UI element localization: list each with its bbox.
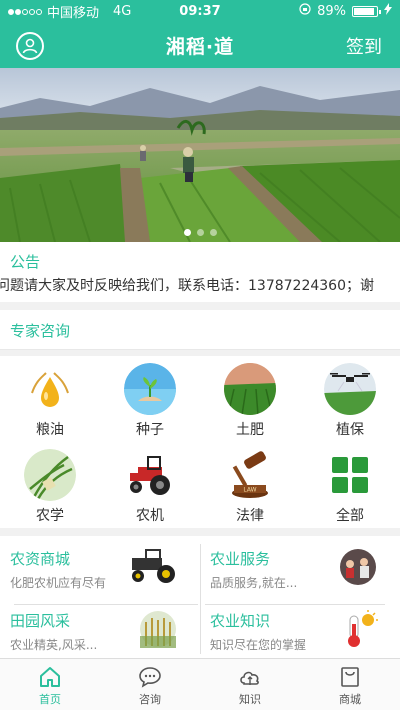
- category-label: 农机: [136, 508, 164, 524]
- category-machinery[interactable]: 农机: [100, 442, 200, 528]
- pager-dot[interactable]: [196, 229, 204, 236]
- user-icon: [22, 38, 38, 54]
- bottom-tab-bar: 首页 咨询 知识 商城: [0, 658, 400, 710]
- tab-knowledge[interactable]: 知识: [200, 659, 300, 710]
- card-title: 农业知识: [210, 612, 271, 630]
- card-agri-service[interactable]: 农业服务 品质服务,就在...: [200, 536, 390, 596]
- people-icon: [336, 548, 380, 586]
- tab-shop[interactable]: 商城: [300, 659, 400, 710]
- card-title: 农业服务: [210, 550, 271, 568]
- shop-icon: [341, 667, 359, 687]
- notice-marquee[interactable]: 问题请大家及时反映给我们，联系电话：13787224360；谢: [0, 275, 400, 297]
- pager-dot[interactable]: [183, 229, 191, 236]
- notice-label: 公告: [10, 253, 41, 271]
- status-bar: 中国移动 4G 09:37 89%: [0, 0, 400, 22]
- seedling-icon: [124, 363, 176, 415]
- rotation-lock-icon: [299, 3, 311, 19]
- category-label: 法律: [236, 508, 264, 524]
- tab-label: 商城: [339, 693, 361, 706]
- card-subtitle: 知识尽在您的掌握: [210, 638, 307, 652]
- gavel-icon: LAW: [224, 449, 276, 501]
- category-label: 种子: [136, 422, 164, 438]
- charging-icon: [384, 3, 392, 19]
- signin-button[interactable]: 签到: [346, 33, 382, 59]
- category-label: 农学: [36, 508, 64, 524]
- tab-label: 知识: [239, 693, 261, 706]
- tractor-icon: [124, 449, 176, 501]
- app-header: 湘稻·道 签到: [0, 22, 400, 68]
- card-title: 农资商城: [10, 550, 71, 568]
- category-plant-protection[interactable]: 植保: [300, 356, 400, 442]
- category-label: 粮油: [36, 422, 64, 438]
- category-all[interactable]: 全部: [300, 442, 400, 528]
- card-rural-scenery[interactable]: 田园风采 农业精英,风采...: [0, 598, 190, 658]
- banner-pager[interactable]: [0, 229, 400, 236]
- drone-icon: [324, 363, 376, 415]
- battery-percent: 89%: [317, 3, 346, 19]
- pager-dot[interactable]: [209, 229, 217, 236]
- card-subtitle: 品质服务,就在...: [210, 576, 298, 590]
- knowledge-icon: [240, 671, 259, 685]
- service-cards: 农资商城 化肥农机应有尽有 农业服务 品质服务,就在... 田园风采 农业精英,…: [0, 536, 400, 658]
- card-subtitle: 化肥农机应有尽有: [10, 576, 107, 590]
- wheat-field-icon: [136, 610, 180, 648]
- battery-icon: [352, 5, 381, 17]
- card-agri-knowledge[interactable]: 农业知识 知识尽在您的掌握: [200, 598, 390, 658]
- expert-section-title: 专家咨询: [10, 322, 71, 340]
- banner-image: [0, 68, 400, 242]
- notice-text: 问题请大家及时反映给我们，联系电话：13787224360；谢: [0, 278, 374, 294]
- tab-label: 首页: [39, 693, 61, 706]
- tab-label: 咨询: [139, 693, 161, 706]
- tab-consult[interactable]: 咨询: [100, 659, 200, 710]
- signal-icon: [8, 4, 43, 19]
- field-icon: [224, 363, 276, 415]
- card-divider: [205, 604, 385, 605]
- card-divider: [14, 604, 198, 605]
- carrier-label: 中国移动: [47, 5, 100, 21]
- category-grain-oil[interactable]: 粮油: [0, 356, 100, 442]
- category-label: 全部: [336, 508, 364, 524]
- notice-section: 公告 问题请大家及时反映给我们，联系电话：13787224360；谢: [0, 242, 400, 302]
- category-seeds[interactable]: 种子: [100, 356, 200, 442]
- expert-section-header: 专家咨询: [0, 310, 400, 350]
- oil-drop-icon: [24, 363, 76, 415]
- tab-home[interactable]: 首页: [0, 659, 100, 710]
- banner-carousel[interactable]: [0, 68, 400, 242]
- network-label: 4G: [113, 3, 132, 19]
- home-icon: [40, 667, 60, 687]
- category-agronomy[interactable]: 农学: [0, 442, 100, 528]
- chat-icon: [139, 667, 161, 688]
- wheat-icon: [24, 449, 76, 501]
- card-agri-mall[interactable]: 农资商城 化肥农机应有尽有: [0, 536, 190, 596]
- category-label: 植保: [336, 422, 364, 438]
- category-label: 土肥: [236, 422, 264, 438]
- tractor-icon: [126, 548, 180, 586]
- app-title: 湘稻·道: [165, 35, 235, 58]
- category-law[interactable]: LAW 法律: [200, 442, 300, 528]
- clock: 09:37: [179, 3, 221, 19]
- category-grid: 粮油 种子 土肥 植保 农学 农机 LAW 法律 全部: [0, 356, 400, 528]
- thermometer-icon: [336, 610, 380, 648]
- card-divider: [200, 544, 201, 654]
- card-title: 田园风采: [10, 612, 71, 630]
- svg-text:LAW: LAW: [243, 487, 256, 494]
- category-soil-fertilizer[interactable]: 土肥: [200, 356, 300, 442]
- card-subtitle: 农业精英,风采...: [10, 638, 98, 652]
- user-avatar-button[interactable]: [16, 32, 44, 60]
- grid-icon: [324, 449, 376, 501]
